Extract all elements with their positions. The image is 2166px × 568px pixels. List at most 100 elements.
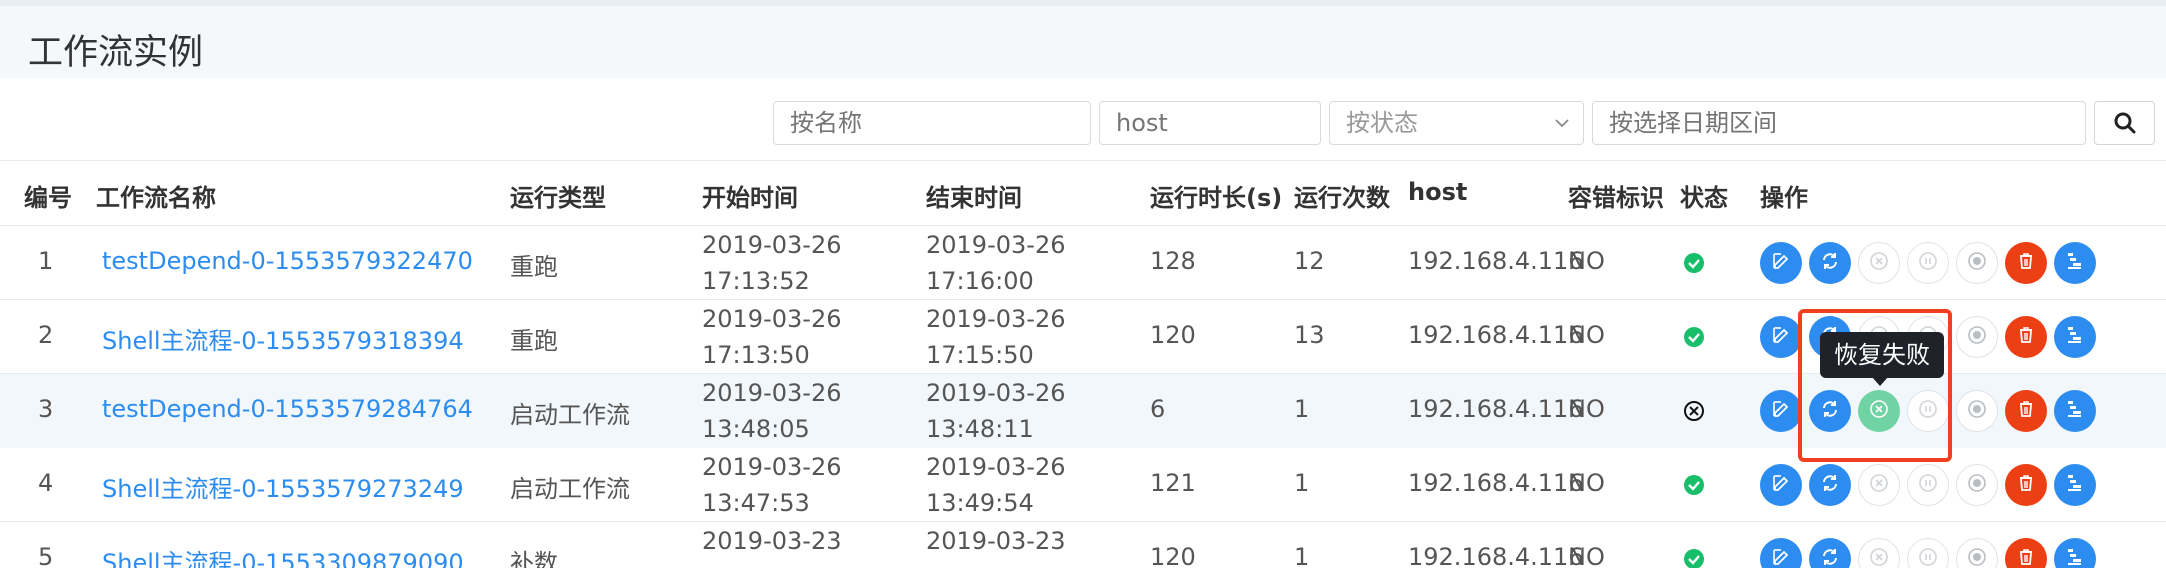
rerun-button[interactable]	[1809, 464, 1851, 506]
recover-failed-button[interactable]	[1858, 242, 1900, 284]
rerun-button[interactable]	[1809, 242, 1851, 284]
workflow-name-link[interactable]: Shell主流程-0-1553579273249	[102, 469, 464, 504]
cell-host: 192.168.4.116	[1408, 543, 1584, 568]
stop-button[interactable]	[1956, 390, 1998, 432]
rerun-icon	[1820, 251, 1840, 275]
col-header-end: 结束时间	[926, 184, 1022, 212]
cell-start-time: 2019-03-23	[702, 523, 841, 559]
delete-icon	[2016, 251, 2036, 275]
gantt-button[interactable]	[2054, 390, 2096, 432]
cell-host: 192.168.4.116	[1408, 321, 1584, 349]
edit-icon	[1771, 547, 1791, 568]
edit-icon	[1771, 399, 1791, 423]
recover-failed-icon	[1868, 546, 1890, 568]
pause-button[interactable]	[1907, 464, 1949, 506]
stop-icon	[1966, 398, 1988, 424]
col-header-type: 运行类型	[510, 184, 606, 212]
page-header: 工作流实例	[0, 6, 2166, 78]
success-status-icon	[1683, 326, 1705, 348]
cell-duration: 120	[1150, 321, 1196, 349]
pause-icon	[1917, 250, 1939, 276]
end-date: 2019-03-26	[926, 453, 1066, 481]
edit-button[interactable]	[1760, 242, 1802, 284]
pause-button[interactable]	[1907, 538, 1949, 568]
edit-button[interactable]	[1760, 464, 1802, 506]
cell-end-time: 2019-03-23	[926, 523, 1065, 559]
stop-button[interactable]	[1956, 316, 1998, 358]
cell-start-time: 2019-03-26 13:47:53	[702, 449, 841, 521]
stop-button[interactable]	[1956, 464, 1998, 506]
cell-host: 192.168.4.116	[1408, 247, 1584, 275]
workflow-name-link[interactable]: Shell主流程-0-1553579318394	[102, 321, 464, 356]
rerun-button[interactable]	[1809, 538, 1851, 568]
col-header-duration: 运行时长(s)	[1150, 184, 1283, 212]
workflow-name-link[interactable]: testDepend-0-1553579322470	[102, 247, 473, 275]
gantt-button[interactable]	[2054, 464, 2096, 506]
end-clock: 17:15:50	[926, 341, 1034, 369]
start-clock: 17:13:50	[702, 341, 810, 369]
delete-button[interactable]	[2005, 464, 2047, 506]
edit-icon	[1771, 473, 1791, 497]
delete-icon	[2016, 547, 2036, 568]
cell-id: 5	[38, 543, 54, 568]
pause-icon	[1917, 546, 1939, 568]
delete-button[interactable]	[2005, 242, 2047, 284]
delete-button[interactable]	[2005, 390, 2047, 432]
stop-icon	[1966, 546, 1988, 568]
gantt-button[interactable]	[2054, 242, 2096, 284]
delete-button[interactable]	[2005, 316, 2047, 358]
cell-duration: 121	[1150, 469, 1196, 497]
stop-button[interactable]	[1956, 242, 1998, 284]
workflow-name-link[interactable]: testDepend-0-1553579284764	[102, 395, 473, 423]
cell-run-type: 重跑	[510, 327, 558, 355]
status-select[interactable]: 按状态	[1329, 101, 1584, 145]
host-search-input[interactable]	[1099, 101, 1321, 145]
success-status-icon	[1683, 252, 1705, 274]
cell-fault-flag: NO	[1568, 321, 1605, 349]
stop-button[interactable]	[1956, 538, 1998, 568]
cell-fault-flag: NO	[1568, 395, 1605, 423]
col-header-name: 工作流名称	[96, 184, 216, 212]
cell-id: 3	[38, 395, 54, 423]
chevron-down-icon	[1555, 119, 1569, 128]
rerun-icon	[1820, 547, 1840, 568]
cell-runs: 1	[1294, 395, 1310, 423]
cell-host: 192.168.4.116	[1408, 469, 1584, 497]
cell-run-type: 补数	[510, 549, 558, 568]
recover-failed-icon	[1868, 250, 1890, 276]
recover-failed-button[interactable]	[1858, 464, 1900, 506]
cell-start-time: 2019-03-26 17:13:50	[702, 301, 841, 373]
col-header-start: 开始时间	[702, 184, 798, 212]
recover-failed-button[interactable]	[1858, 538, 1900, 568]
cell-runs: 12	[1294, 247, 1325, 275]
date-range-picker[interactable]	[1592, 101, 2086, 145]
search-icon	[2114, 112, 2135, 134]
edit-button[interactable]	[1760, 316, 1802, 358]
cell-duration: 120	[1150, 543, 1196, 568]
col-header-host: host	[1408, 178, 1468, 206]
success-status-icon	[1683, 474, 1705, 496]
cell-id: 2	[38, 321, 54, 349]
end-date: 2019-03-26	[926, 379, 1066, 407]
delete-button[interactable]	[2005, 538, 2047, 568]
workflow-name-link[interactable]: Shell主流程-0-1553309879090	[102, 543, 464, 568]
status-select-placeholder: 按状态	[1346, 109, 1418, 137]
gantt-icon	[2065, 473, 2085, 497]
end-date: 2019-03-26	[926, 231, 1066, 259]
search-button[interactable]	[2094, 101, 2155, 145]
col-header-id: 编号	[24, 184, 72, 212]
start-clock: 13:47:53	[702, 489, 810, 517]
gantt-button[interactable]	[2054, 316, 2096, 358]
name-search-input[interactable]	[773, 101, 1091, 145]
stop-icon	[1966, 472, 1988, 498]
gantt-button[interactable]	[2054, 538, 2096, 568]
pause-button[interactable]	[1907, 242, 1949, 284]
edit-button[interactable]	[1760, 538, 1802, 568]
start-date: 2019-03-26	[702, 453, 842, 481]
cell-run-type: 重跑	[510, 253, 558, 281]
cell-end-time: 2019-03-26 17:15:50	[926, 301, 1065, 373]
cell-runs: 1	[1294, 543, 1310, 568]
edit-button[interactable]	[1760, 390, 1802, 432]
edit-icon	[1771, 325, 1791, 349]
end-clock: 13:49:54	[926, 489, 1034, 517]
